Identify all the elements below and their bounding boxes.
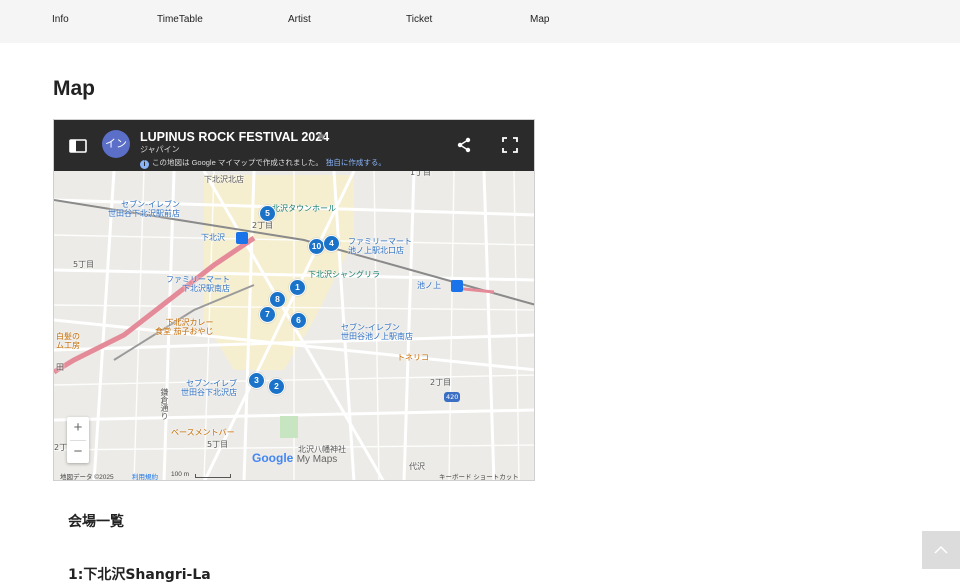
author-avatar: イン (102, 130, 130, 158)
map-label-shangrila: 下北沢シャングリラ (308, 270, 380, 279)
route-shield-420: 420 (446, 393, 459, 401)
map-label-shiragami: 白髪の ム工房 (56, 332, 80, 350)
top-navigation: Info TimeTable Artist Ticket Map (0, 0, 960, 43)
map-label-5chome-top: 5丁目 (73, 260, 95, 269)
nav-item-timetable[interactable]: TimeTable (157, 14, 203, 25)
venue-pin-7[interactable]: 7 (259, 306, 276, 323)
map-label-shimokitazawa: 下北沢 (201, 233, 225, 242)
fullscreen-icon[interactable] (501, 136, 519, 154)
map-label-ta: 田 (56, 363, 64, 372)
nav-item-ticket[interactable]: Ticket (406, 14, 432, 25)
map-label-seven-ikenoue: セブン-イレブン 世田谷池ノ上駅南店 (341, 323, 413, 341)
map-label-kamata-dori: 鎌倉通り (160, 388, 169, 420)
star-icon[interactable]: ★ (316, 129, 327, 143)
nav-item-artist[interactable]: Artist (288, 14, 311, 25)
map-label-2chome-right: 2丁目 (430, 378, 452, 387)
chevron-up-icon (934, 545, 948, 554)
scale-bar (195, 474, 231, 478)
map-label-torinico: トネリコ (397, 353, 429, 362)
map-label-familymart-ikenoue: ファミリーマート 池ノ上駅北口店 (348, 237, 412, 255)
venue-pin-3[interactable]: 3 (248, 372, 265, 389)
map-footer: 地図データ ©2025 利用規約 100 m キーボード ショートカット (54, 469, 534, 481)
venue-pin-1[interactable]: 1 (289, 279, 306, 296)
map-label-town-hall: 北沢タウンホール (272, 204, 336, 213)
venue-pin-4[interactable]: 4 (323, 235, 340, 252)
share-icon[interactable] (455, 136, 473, 154)
create-own-map-link[interactable]: 独自に作成する。 (326, 158, 386, 167)
nav-item-map[interactable]: Map (530, 14, 549, 25)
map-label-seven-eki-mae: セブン-イレブン 世田谷下北沢駅前店 (108, 200, 180, 218)
venue-heading-1: 1:下北沢Shangri-La (68, 567, 211, 583)
map-label-5chome-bottom: 5丁目 (207, 440, 229, 449)
map-label-curry: 下北沢カレー 食堂 茄子おやじ (155, 318, 214, 336)
zoom-in-button[interactable]: + (67, 417, 89, 440)
nav-item-info[interactable]: Info (52, 14, 69, 25)
scale-label: 100 m (171, 471, 190, 478)
venue-pin-6[interactable]: 6 (290, 312, 307, 329)
info-icon: i (140, 160, 149, 169)
map-canvas[interactable] (54, 120, 535, 481)
zoom-out-button[interactable]: − (67, 441, 89, 464)
page-title: Map (53, 77, 95, 100)
map-label-2chome-top: 2丁目 (252, 221, 274, 230)
google-logo: Google My Maps (252, 451, 338, 465)
zoom-control: + − (67, 417, 89, 463)
map-legend-toggle-icon[interactable] (68, 137, 90, 155)
embedded-map[interactable]: セブン-イレブン 世田谷下北沢駅前店 下北沢北店 1丁目 下北沢 北沢タウンホー… (53, 119, 535, 481)
map-label-basement-bar: ベースメントバー (171, 428, 235, 437)
map-author: ジャパイン (140, 145, 180, 154)
map-info-line: i この地図は Google マイマップで作成されました。 独自に作成する。 (140, 157, 386, 169)
keyboard-shortcuts-link[interactable]: キーボード ショートカット (439, 471, 519, 480)
map-label-shimo-top: 下北沢北店 (204, 175, 244, 184)
map-label-seven-shimokita: セブン-イレブ 世田谷下北沢店 (181, 379, 237, 397)
terms-link[interactable]: 利用規約 (132, 471, 158, 480)
venue-list-heading: 会場一覧 (68, 514, 124, 530)
map-data-attribution: 地図データ ©2025 (60, 474, 114, 481)
map-label-familymart-minami: ファミリーマート 下北沢駅南店 (166, 275, 230, 293)
map-label-ikenoue: 池ノ上 (417, 281, 441, 290)
map-header: イン LUPINUS ROCK FESTIVAL 2024 ★ ジャパイン iこ… (54, 120, 534, 171)
map-label-2chome-left: 2丁 (54, 443, 68, 452)
venue-pin-2[interactable]: 2 (268, 378, 285, 395)
scroll-to-top-button[interactable] (922, 531, 960, 569)
venue-pin-8[interactable]: 8 (269, 291, 286, 308)
map-title: LUPINUS ROCK FESTIVAL 2024 (140, 130, 330, 144)
map-info-text: この地図は Google マイマップで作成されました。 (152, 158, 323, 167)
venue-pin-5[interactable]: 5 (259, 205, 276, 222)
